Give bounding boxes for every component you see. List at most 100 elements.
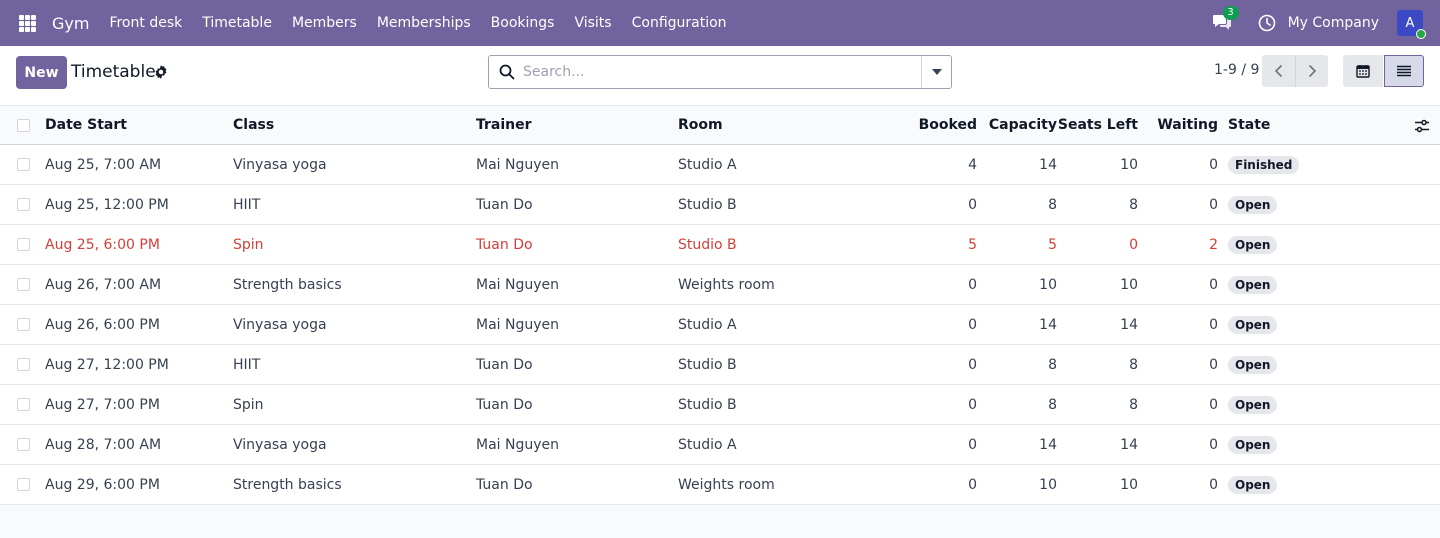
- chat-count-badge: 3: [1222, 6, 1239, 20]
- column-seats-left[interactable]: Seats Left: [1058, 106, 1138, 144]
- row-checkbox[interactable]: [17, 478, 30, 491]
- cell-seats-left: 8: [1129, 196, 1138, 213]
- top-navbar: Gym Front desk Timetable Members Members…: [0, 0, 1440, 46]
- table-row[interactable]: Aug 25, 7:00 AM Vinyasa yoga Mai Nguyen …: [0, 145, 1440, 185]
- column-booked[interactable]: Booked: [900, 106, 977, 144]
- optional-columns-icon[interactable]: [1414, 118, 1430, 134]
- table-row[interactable]: Aug 27, 7:00 PM Spin Tuan Do Studio B 0 …: [0, 385, 1440, 425]
- cell-capacity: 14: [1039, 436, 1057, 453]
- menu-members[interactable]: Members: [292, 15, 357, 31]
- cell-capacity: 14: [1039, 156, 1057, 173]
- row-checkbox[interactable]: [17, 158, 30, 171]
- cell-booked: 0: [968, 196, 977, 213]
- table-row[interactable]: Aug 29, 6:00 PM Strength basics Tuan Do …: [0, 465, 1440, 505]
- cell-room: Studio A: [678, 156, 737, 173]
- cell-trainer: Tuan Do: [476, 356, 533, 373]
- cell-class: HIIT: [233, 196, 261, 213]
- search-options-toggle[interactable]: [921, 56, 951, 88]
- row-checkbox[interactable]: [17, 238, 30, 251]
- menu-configuration[interactable]: Configuration: [632, 15, 727, 31]
- cell-class: Strength basics: [233, 476, 342, 493]
- chat-icon[interactable]: 3: [1212, 6, 1239, 34]
- column-state[interactable]: State: [1228, 106, 1270, 144]
- cell-trainer: Mai Nguyen: [476, 436, 560, 453]
- cell-class: Spin: [233, 396, 264, 413]
- new-button[interactable]: New: [16, 56, 67, 89]
- cell-room: Weights room: [678, 476, 775, 493]
- cell-room: Studio B: [678, 396, 737, 413]
- control-panel: New Timetable 1-9 / 9: [0, 46, 1440, 106]
- menu-timetable[interactable]: Timetable: [202, 15, 272, 31]
- page-title: Timetable: [71, 62, 156, 82]
- row-checkbox[interactable]: [17, 398, 30, 411]
- menu-front-desk[interactable]: Front desk: [109, 15, 182, 31]
- cell-date-start: Aug 27, 7:00 PM: [45, 396, 160, 413]
- cell-room: Studio B: [678, 196, 737, 213]
- search-bar: [488, 55, 952, 89]
- cell-seats-left: 10: [1120, 156, 1138, 173]
- row-checkbox[interactable]: [17, 198, 30, 211]
- cell-waiting: 0: [1209, 476, 1218, 493]
- cell-seats-left: 14: [1120, 436, 1138, 453]
- company-switcher[interactable]: My Company: [1288, 15, 1379, 31]
- cell-state: Open: [1228, 265, 1278, 304]
- cell-booked: 0: [968, 316, 977, 333]
- cell-trainer: Mai Nguyen: [476, 316, 560, 333]
- menu-bookings[interactable]: Bookings: [491, 15, 555, 31]
- cell-date-start: Aug 29, 6:00 PM: [45, 476, 160, 493]
- table-row[interactable]: Aug 25, 6:00 PM Spin Tuan Do Studio B 5 …: [0, 225, 1440, 265]
- chevron-right-icon: [1308, 64, 1317, 78]
- cell-booked: 5: [968, 236, 977, 253]
- row-checkbox[interactable]: [17, 438, 30, 451]
- cell-capacity: 8: [1048, 196, 1057, 213]
- cell-state: Finished: [1228, 145, 1300, 184]
- pager-next-button[interactable]: [1295, 55, 1328, 87]
- table-row[interactable]: Aug 27, 12:00 PM HIIT Tuan Do Studio B 0…: [0, 345, 1440, 385]
- row-checkbox[interactable]: [17, 318, 30, 331]
- search-input[interactable]: [523, 60, 903, 84]
- gear-icon[interactable]: [153, 64, 169, 80]
- cell-trainer: Tuan Do: [476, 476, 533, 493]
- cell-room: Studio A: [678, 436, 737, 453]
- row-checkbox[interactable]: [17, 358, 30, 371]
- cell-booked: 0: [968, 356, 977, 373]
- pager-previous-button[interactable]: [1262, 55, 1295, 87]
- table-row[interactable]: Aug 26, 7:00 AM Strength basics Mai Nguy…: [0, 265, 1440, 305]
- status-badge: Open: [1228, 395, 1278, 414]
- column-trainer[interactable]: Trainer: [476, 106, 532, 144]
- status-badge: Open: [1228, 315, 1278, 334]
- table-row[interactable]: Aug 26, 6:00 PM Vinyasa yoga Mai Nguyen …: [0, 305, 1440, 345]
- menu-visits[interactable]: Visits: [574, 15, 611, 31]
- cell-class: Vinyasa yoga: [233, 436, 327, 453]
- avatar-letter: A: [1405, 15, 1415, 31]
- column-class[interactable]: Class: [233, 106, 274, 144]
- calendar-view-button[interactable]: [1343, 55, 1383, 87]
- apps-grid-icon[interactable]: [4, 0, 50, 46]
- table-row[interactable]: Aug 28, 7:00 AM Vinyasa yoga Mai Nguyen …: [0, 425, 1440, 465]
- column-room[interactable]: Room: [678, 106, 723, 144]
- column-capacity[interactable]: Capacity: [980, 106, 1057, 144]
- list-view-button[interactable]: [1384, 55, 1424, 87]
- status-badge: Open: [1228, 475, 1278, 494]
- table-row[interactable]: Aug 25, 12:00 PM HIIT Tuan Do Studio B 0…: [0, 185, 1440, 225]
- cell-booked: 0: [968, 436, 977, 453]
- column-date-start[interactable]: Date Start: [45, 106, 127, 144]
- clock-icon[interactable]: [1258, 14, 1276, 32]
- select-all-checkbox[interactable]: [17, 119, 30, 132]
- status-badge: Open: [1228, 195, 1278, 214]
- avatar[interactable]: A: [1397, 10, 1426, 39]
- cell-capacity: 14: [1039, 316, 1057, 333]
- column-waiting[interactable]: Waiting: [1140, 106, 1218, 144]
- cell-date-start: Aug 28, 7:00 AM: [45, 436, 162, 453]
- table-header: Date Start Class Trainer Room Booked Cap…: [0, 106, 1440, 145]
- app-name[interactable]: Gym: [52, 14, 89, 33]
- cell-seats-left: 14: [1120, 316, 1138, 333]
- row-checkbox[interactable]: [17, 278, 30, 291]
- cell-capacity: 8: [1048, 396, 1057, 413]
- menu-memberships[interactable]: Memberships: [377, 15, 471, 31]
- status-badge: Open: [1228, 275, 1278, 294]
- pager-value[interactable]: 1-9 / 9: [1214, 62, 1259, 78]
- cell-waiting: 0: [1209, 156, 1218, 173]
- cell-waiting: 0: [1209, 196, 1218, 213]
- cell-capacity: 5: [1048, 236, 1057, 253]
